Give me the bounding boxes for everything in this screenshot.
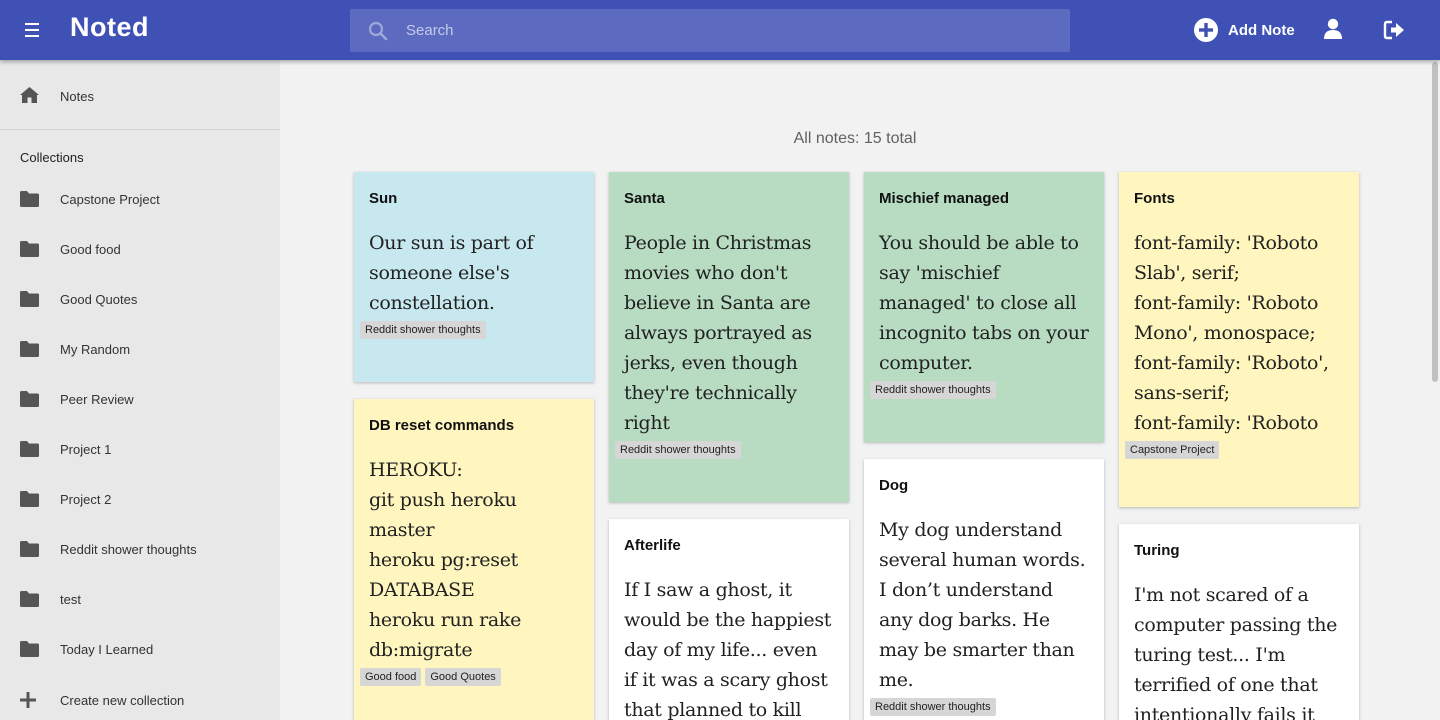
note-card[interactable]: DB reset commands HEROKU: git push herok… [354, 399, 594, 720]
sidebar-item-label: Project 2 [60, 492, 112, 507]
note-card[interactable]: Dog My dog understand several human word… [864, 459, 1104, 720]
note-tag[interactable]: Reddit shower thoughts [615, 441, 741, 459]
create-collection-label: Create new collection [60, 693, 185, 708]
sidebar-item-collection[interactable]: Good Quotes [0, 274, 280, 324]
sidebar-item-collection[interactable]: test [0, 574, 280, 624]
note-tags: Capstone Project [1125, 441, 1344, 459]
sidebar-item-collection[interactable]: Project 2 [0, 474, 280, 524]
sidebar-item-label: Reddit shower thoughts [60, 542, 197, 557]
note-title: DB reset commands [369, 417, 515, 434]
folder-icon [20, 541, 39, 557]
app-header: Noted Add Note [0, 0, 1440, 60]
note-tag[interactable]: Reddit shower thoughts [870, 381, 996, 399]
folder-icon [20, 341, 39, 357]
note-title: Sun [369, 190, 398, 207]
sidebar-item-label: Notes [60, 89, 94, 104]
note-title: Mischief managed [879, 190, 1010, 207]
note-tag[interactable]: Reddit shower thoughts [870, 698, 996, 716]
sidebar-item-collection[interactable]: Project 1 [0, 424, 280, 474]
user-icon[interactable] [1322, 18, 1344, 40]
note-title: Afterlife [624, 537, 681, 554]
sidebar: Notes Collections Capstone Project Good … [0, 60, 280, 720]
notes-area: All notes: 15 total Sun Our sun is part … [280, 60, 1430, 720]
create-collection-button[interactable]: Create new collection [0, 680, 280, 720]
search-bar[interactable] [350, 9, 1070, 52]
menu-icon[interactable] [16, 18, 48, 42]
note-card[interactable]: Sun Our sun is part of someone else's co… [354, 172, 594, 382]
folder-icon [20, 191, 39, 207]
plus-circle-icon [1194, 18, 1218, 42]
note-title: Turing [1134, 542, 1180, 559]
sidebar-item-label: My Random [60, 342, 131, 357]
sidebar-item-label: Capstone Project [60, 192, 160, 207]
folder-icon [20, 591, 39, 607]
sidebar-item-label: Good Quotes [60, 292, 138, 307]
notes-count: All notes: 15 total [793, 130, 917, 147]
note-tags: Good food Good Quotes [360, 668, 579, 686]
note-body: If I saw a ghost, it would be the happie… [624, 579, 837, 720]
folder-icon [20, 441, 39, 457]
note-body: I'm not scared of a computer passing the… [1134, 584, 1343, 720]
note-body: font-family: 'Roboto Slab', serif; font-… [1134, 232, 1329, 434]
note-body: You should be able to say 'mischief mana… [879, 232, 1095, 374]
sidebar-item-notes[interactable]: Notes [0, 60, 280, 130]
note-body: People in Christmas movies who don't bel… [624, 232, 818, 434]
note-card[interactable]: Mischief managed You should be able to s… [864, 172, 1104, 442]
note-tag[interactable]: Reddit shower thoughts [360, 321, 486, 339]
sidebar-item-collection[interactable]: My Random [0, 324, 280, 374]
search-input[interactable] [406, 9, 1046, 52]
collections-heading: Collections [20, 150, 84, 165]
scrollbar-thumb[interactable] [1432, 62, 1438, 382]
search-icon [368, 21, 388, 41]
note-card[interactable]: Fonts font-family: 'Roboto Slab', serif;… [1119, 172, 1359, 507]
sidebar-item-collection[interactable]: Reddit shower thoughts [0, 524, 280, 574]
note-body: Our sun is part of someone else's conste… [369, 232, 540, 314]
note-tag[interactable]: Capstone Project [1125, 441, 1220, 459]
sidebar-item-label: Good food [60, 242, 121, 257]
add-note-label: Add Note [1228, 21, 1295, 39]
note-title: Santa [624, 190, 665, 207]
note-tags: Reddit shower thoughts [870, 698, 1089, 716]
scrollbar[interactable] [1430, 60, 1440, 720]
sidebar-item-label: Project 1 [60, 442, 112, 457]
plus-icon [20, 692, 36, 708]
folder-icon [20, 641, 39, 657]
logout-icon[interactable] [1383, 19, 1405, 41]
note-card[interactable]: Santa People in Christmas movies who don… [609, 172, 849, 502]
note-tags: Reddit shower thoughts [870, 381, 1089, 399]
folder-icon [20, 391, 39, 407]
note-tag[interactable]: Good Quotes [425, 668, 501, 686]
sidebar-item-collection[interactable]: Peer Review [0, 374, 280, 424]
note-tags: Reddit shower thoughts [360, 321, 579, 339]
sidebar-item-collection[interactable]: Good food [0, 224, 280, 274]
note-title: Dog [879, 477, 909, 494]
sidebar-item-label: test [60, 592, 81, 607]
sidebar-item-collection[interactable]: Capstone Project [0, 174, 280, 224]
add-note-button[interactable]: Add Note [1194, 17, 1295, 43]
folder-icon [20, 241, 39, 257]
home-icon [20, 87, 39, 103]
note-card[interactable]: Afterlife If I saw a ghost, it would be … [609, 519, 849, 720]
note-tags: Reddit shower thoughts [615, 441, 834, 459]
sidebar-item-label: Peer Review [60, 392, 134, 407]
sidebar-item-collection[interactable]: Today I Learned [0, 624, 280, 674]
note-title: Fonts [1134, 190, 1175, 207]
sidebar-item-label: Today I Learned [60, 642, 154, 657]
folder-icon [20, 291, 39, 307]
folder-icon [20, 491, 39, 507]
app-title[interactable]: Noted [70, 12, 149, 43]
note-tag[interactable]: Good food [360, 668, 422, 686]
note-card[interactable]: Turing I'm not scared of a computer pass… [1119, 524, 1359, 720]
note-body: My dog understand several human words. I… [879, 519, 1092, 691]
note-body: HEROKU: git push heroku master heroku pg… [369, 459, 522, 661]
